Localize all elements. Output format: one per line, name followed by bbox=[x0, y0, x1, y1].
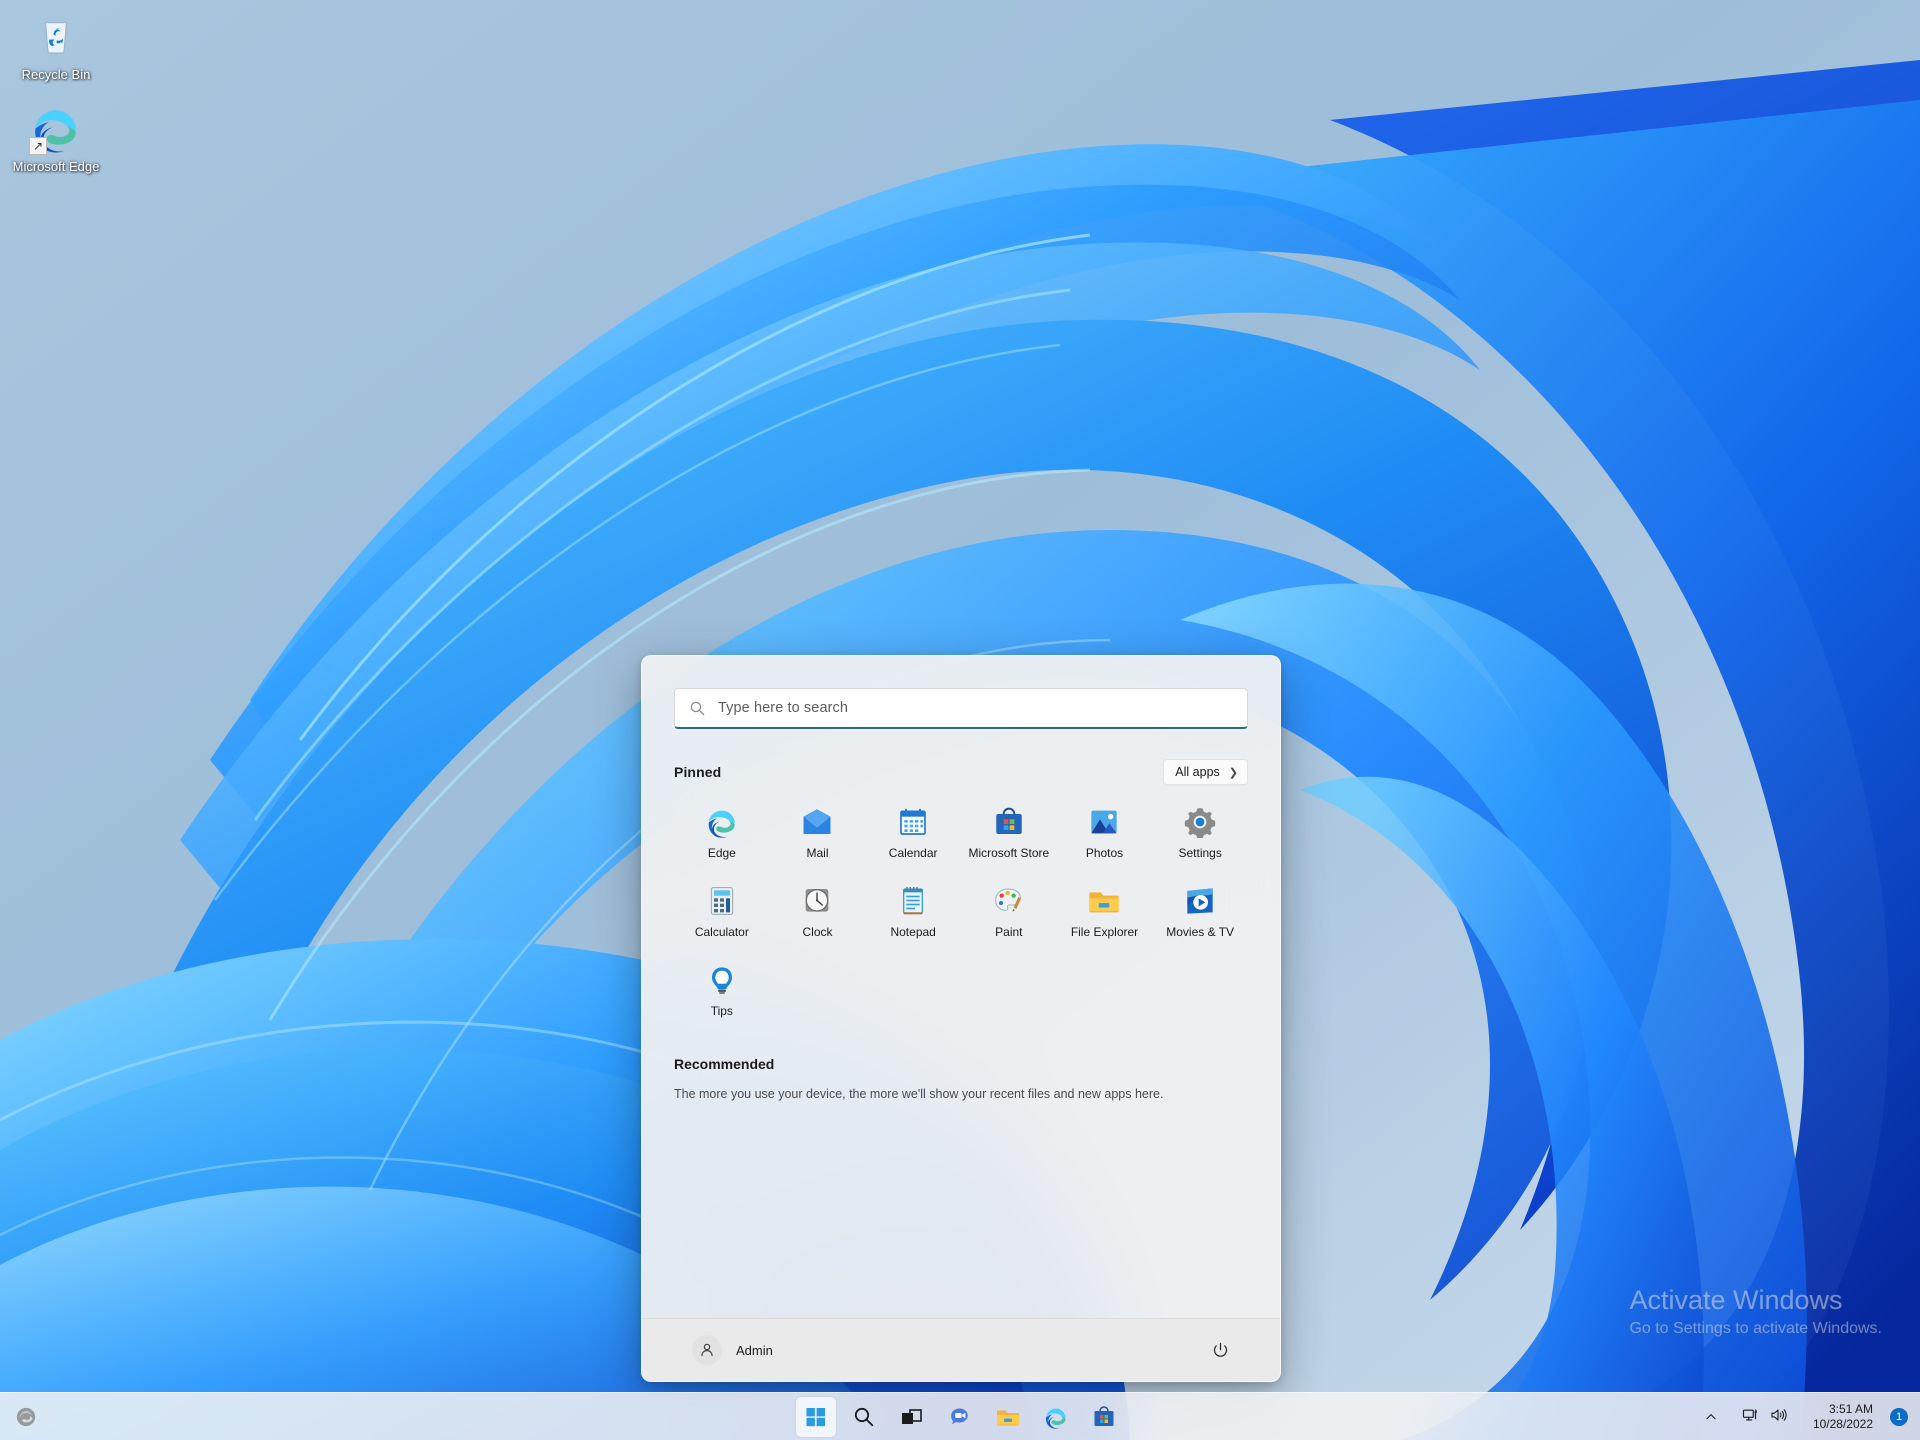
desktop-icon-recycle-bin[interactable]: Recycle Bin bbox=[6, 8, 106, 82]
edge-grey-icon[interactable] bbox=[10, 1401, 42, 1433]
desktop[interactable]: Recycle Bin ↗ Microsoft Edge Activate Wi… bbox=[0, 0, 1920, 1440]
power-button[interactable] bbox=[1204, 1334, 1236, 1366]
edge-icon: ↗ bbox=[28, 100, 84, 156]
pinned-app-settings[interactable]: Settings bbox=[1152, 798, 1248, 867]
start-search-box[interactable]: Type here to search bbox=[674, 688, 1248, 729]
pinned-app-tips[interactable]: Tips bbox=[674, 956, 770, 1025]
pinned-app-label: Settings bbox=[1178, 846, 1221, 860]
pinned-app-label: Clock bbox=[802, 925, 832, 939]
user-name-label: Admin bbox=[736, 1343, 773, 1358]
taskbar-button-start[interactable] bbox=[796, 1397, 836, 1437]
person-icon bbox=[698, 1341, 716, 1359]
recommended-title: Recommended bbox=[674, 1056, 1248, 1072]
pinned-app-label: Tips bbox=[711, 1004, 733, 1018]
pinned-app-notepad[interactable]: Notepad bbox=[865, 877, 961, 946]
pinned-app-label: Microsoft Store bbox=[968, 846, 1049, 860]
all-apps-label: All apps bbox=[1175, 765, 1219, 779]
paint-palette-icon bbox=[993, 885, 1025, 917]
desktop-icon-label: Microsoft Edge bbox=[13, 159, 100, 174]
pinned-app-paint[interactable]: Paint bbox=[961, 877, 1057, 946]
tray-overflow-button[interactable] bbox=[1697, 1399, 1725, 1435]
recycle-bin-icon bbox=[28, 8, 84, 64]
pinned-app-photos[interactable]: Photos bbox=[1057, 798, 1153, 867]
pinned-app-label: Mail bbox=[806, 846, 828, 860]
pinned-app-label: Movies & TV bbox=[1166, 925, 1234, 939]
chevron-right-icon: ❯ bbox=[1229, 766, 1238, 779]
pinned-section-header: Pinned All apps ❯ bbox=[674, 760, 1248, 784]
search-icon bbox=[689, 700, 706, 717]
taskbar[interactable]: 3:51 AM 10/28/2022 1 bbox=[0, 1392, 1920, 1440]
pinned-app-label: Calculator bbox=[695, 925, 749, 939]
pinned-app-mail[interactable]: Mail bbox=[770, 798, 866, 867]
pinned-app-label: Notepad bbox=[890, 925, 935, 939]
taskbar-button-task-view[interactable] bbox=[892, 1397, 932, 1437]
store-icon bbox=[1092, 1405, 1116, 1429]
pinned-app-label: Calendar bbox=[889, 846, 938, 860]
network-icon bbox=[1742, 1406, 1760, 1429]
edge-icon bbox=[706, 806, 738, 838]
activate-windows-watermark: Activate Windows Go to Settings to activ… bbox=[1629, 1284, 1882, 1340]
taskbar-button-search[interactable] bbox=[844, 1397, 884, 1437]
taskbar-button-file-explorer[interactable] bbox=[988, 1397, 1028, 1437]
store-icon bbox=[993, 806, 1025, 838]
pinned-apps-grid: Edge Mail bbox=[674, 798, 1248, 1025]
photos-icon bbox=[1088, 806, 1120, 838]
pinned-app-calculator[interactable]: Calculator bbox=[674, 877, 770, 946]
pinned-app-calendar[interactable]: Calendar bbox=[865, 798, 961, 867]
volume-icon bbox=[1769, 1406, 1787, 1429]
pinned-app-label: File Explorer bbox=[1071, 925, 1138, 939]
avatar bbox=[692, 1335, 722, 1365]
pinned-title: Pinned bbox=[674, 764, 721, 780]
pinned-app-microsoft-store[interactable]: Microsoft Store bbox=[961, 798, 1057, 867]
task-view-icon bbox=[900, 1405, 924, 1429]
system-tray: 3:51 AM 10/28/2022 1 bbox=[1697, 1393, 1920, 1440]
power-icon bbox=[1211, 1341, 1230, 1360]
desktop-icon-label: Recycle Bin bbox=[22, 67, 91, 82]
tray-date: 10/28/2022 bbox=[1813, 1417, 1873, 1432]
windows-logo-icon bbox=[804, 1405, 828, 1429]
pinned-app-edge[interactable]: Edge bbox=[674, 798, 770, 867]
lightbulb-icon bbox=[706, 964, 738, 996]
search-icon bbox=[852, 1405, 876, 1429]
start-menu-body: Type here to search Pinned All apps ❯ bbox=[642, 656, 1280, 1318]
tray-time: 3:51 AM bbox=[1829, 1402, 1873, 1417]
all-apps-button[interactable]: All apps ❯ bbox=[1163, 759, 1248, 785]
taskbar-button-edge[interactable] bbox=[1036, 1397, 1076, 1437]
chevron-up-icon bbox=[1704, 1410, 1718, 1424]
chat-icon bbox=[948, 1405, 972, 1429]
mail-icon bbox=[801, 806, 833, 838]
clock-button[interactable]: 3:51 AM 10/28/2022 bbox=[1804, 1398, 1882, 1436]
settings-gear-icon bbox=[1184, 806, 1216, 838]
movies-tv-icon bbox=[1184, 885, 1216, 917]
watermark-title: Activate Windows bbox=[1629, 1284, 1882, 1316]
desktop-icon-list: Recycle Bin ↗ Microsoft Edge bbox=[0, 8, 120, 174]
taskbar-buttons bbox=[796, 1397, 1124, 1437]
notification-badge[interactable]: 1 bbox=[1890, 1408, 1908, 1426]
pinned-app-file-explorer[interactable]: File Explorer bbox=[1057, 877, 1153, 946]
pinned-app-label: Edge bbox=[708, 846, 736, 860]
tray-quick-settings-button[interactable] bbox=[1727, 1399, 1802, 1435]
shortcut-arrow-icon: ↗ bbox=[29, 137, 47, 155]
start-search-placeholder: Type here to search bbox=[718, 700, 848, 716]
clock-icon bbox=[801, 885, 833, 917]
edge-icon bbox=[1044, 1405, 1068, 1429]
taskbar-left bbox=[0, 1401, 820, 1433]
folder-icon bbox=[996, 1405, 1020, 1429]
start-menu[interactable]: Type here to search Pinned All apps ❯ bbox=[641, 655, 1281, 1382]
desktop-icon-microsoft-edge[interactable]: ↗ Microsoft Edge bbox=[6, 100, 106, 174]
taskbar-button-microsoft-store[interactable] bbox=[1084, 1397, 1124, 1437]
pinned-app-movies-tv[interactable]: Movies & TV bbox=[1152, 877, 1248, 946]
watermark-subtitle: Go to Settings to activate Windows. bbox=[1629, 1318, 1882, 1340]
folder-icon bbox=[1088, 885, 1120, 917]
recommended-empty-text: The more you use your device, the more w… bbox=[674, 1085, 1248, 1103]
user-account-button[interactable]: Admin bbox=[687, 1330, 781, 1370]
pinned-app-label: Photos bbox=[1086, 846, 1123, 860]
notepad-icon bbox=[897, 885, 929, 917]
pinned-app-clock[interactable]: Clock bbox=[770, 877, 866, 946]
calculator-icon bbox=[706, 885, 738, 917]
calendar-icon bbox=[897, 806, 929, 838]
taskbar-button-chat[interactable] bbox=[940, 1397, 980, 1437]
start-menu-footer: Admin bbox=[642, 1318, 1280, 1381]
pinned-app-label: Paint bbox=[995, 925, 1022, 939]
